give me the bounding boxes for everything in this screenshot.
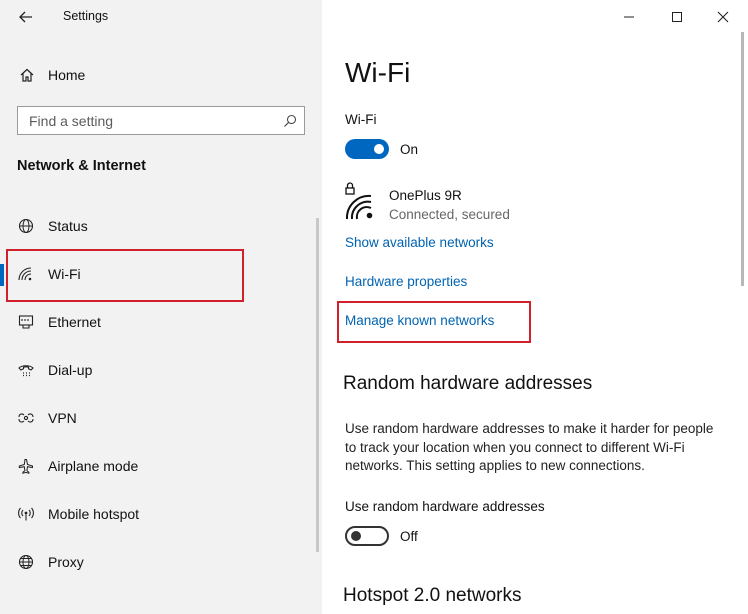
sidebar-item-proxy[interactable]: Proxy [0, 542, 318, 582]
search-box[interactable] [17, 106, 305, 135]
proxy-globe-icon [18, 554, 34, 570]
sidebar-item-label: Status [48, 218, 88, 234]
connected-network[interactable]: OnePlus 9R Connected, secured [345, 182, 565, 222]
random-hw-toggle-state: Off [400, 529, 418, 544]
random-hw-toggle-label: Use random hardware addresses [345, 499, 545, 514]
sidebar-item-vpn[interactable]: VPN [0, 398, 318, 438]
dialup-phone-icon [18, 365, 34, 377]
random-hw-toggle[interactable] [345, 526, 389, 546]
sidebar-item-label: Dial-up [48, 362, 93, 378]
toggle-knob [351, 531, 361, 541]
page-title: Wi-Fi [345, 57, 411, 88]
airplane-icon [18, 459, 33, 474]
sidebar-item-airplane-mode[interactable]: Airplane mode [0, 446, 318, 486]
maximize-button[interactable] [659, 6, 695, 28]
wifi-toggle[interactable] [345, 139, 389, 159]
main-content: Wi-Fi Wi-Fi On OnePlus 9R Connected, sec… [322, 0, 748, 614]
minimize-button[interactable] [611, 6, 647, 28]
network-name: OnePlus 9R [389, 188, 462, 203]
wifi-toggle-label: Wi-Fi [345, 112, 377, 127]
sidebar-item-label: VPN [48, 410, 77, 426]
sidebar-item-home[interactable]: Home [0, 60, 322, 90]
toggle-knob [374, 144, 384, 154]
section-title: Network & Internet [17, 158, 146, 174]
sidebar-item-dialup[interactable]: Dial-up [0, 350, 318, 390]
hotspot-heading: Hotspot 2.0 networks [343, 585, 522, 606]
back-arrow-icon [19, 11, 32, 23]
random-hw-heading: Random hardware addresses [343, 373, 593, 394]
sidebar-item-label: Home [48, 67, 86, 83]
sidebar-item-label: Ethernet [48, 314, 101, 330]
show-available-networks-link[interactable]: Show available networks [345, 235, 494, 250]
sidebar: Settings Home Network & Internet Status … [0, 0, 322, 614]
active-indicator [0, 264, 4, 286]
close-icon [717, 11, 729, 23]
vpn-icon [18, 413, 34, 423]
search-icon[interactable] [283, 114, 297, 128]
search-input[interactable] [18, 107, 278, 134]
wifi-highlight-box [6, 249, 244, 302]
maximize-icon [672, 12, 682, 22]
random-hw-description: Use random hardware addresses to make it… [345, 421, 714, 473]
sidebar-item-label: Airplane mode [48, 458, 139, 474]
network-status: Connected, secured [389, 207, 510, 222]
back-button[interactable] [12, 6, 40, 28]
sidebar-item-status[interactable]: Status [0, 206, 318, 246]
ethernet-icon [18, 315, 34, 329]
sidebar-item-mobile-hotspot[interactable]: Mobile hotspot [0, 494, 318, 534]
hotspot-icon [18, 507, 34, 521]
close-button[interactable] [705, 6, 741, 28]
sidebar-scrollbar[interactable] [316, 218, 319, 552]
app-title: Settings [63, 9, 109, 23]
status-globe-icon [18, 218, 34, 234]
titlebar-left: Settings [0, 0, 322, 34]
main-scrollbar[interactable] [741, 32, 744, 286]
minimize-icon [624, 16, 634, 18]
manage-known-highlight-box [337, 301, 531, 343]
sidebar-item-label: Proxy [48, 554, 84, 570]
sidebar-item-label: Mobile hotspot [48, 506, 140, 522]
home-icon [20, 68, 34, 82]
hardware-properties-link[interactable]: Hardware properties [345, 274, 467, 289]
sidebar-item-ethernet[interactable]: Ethernet [0, 302, 318, 342]
wifi-toggle-state: On [400, 142, 419, 157]
secured-wifi-icon [345, 182, 373, 220]
